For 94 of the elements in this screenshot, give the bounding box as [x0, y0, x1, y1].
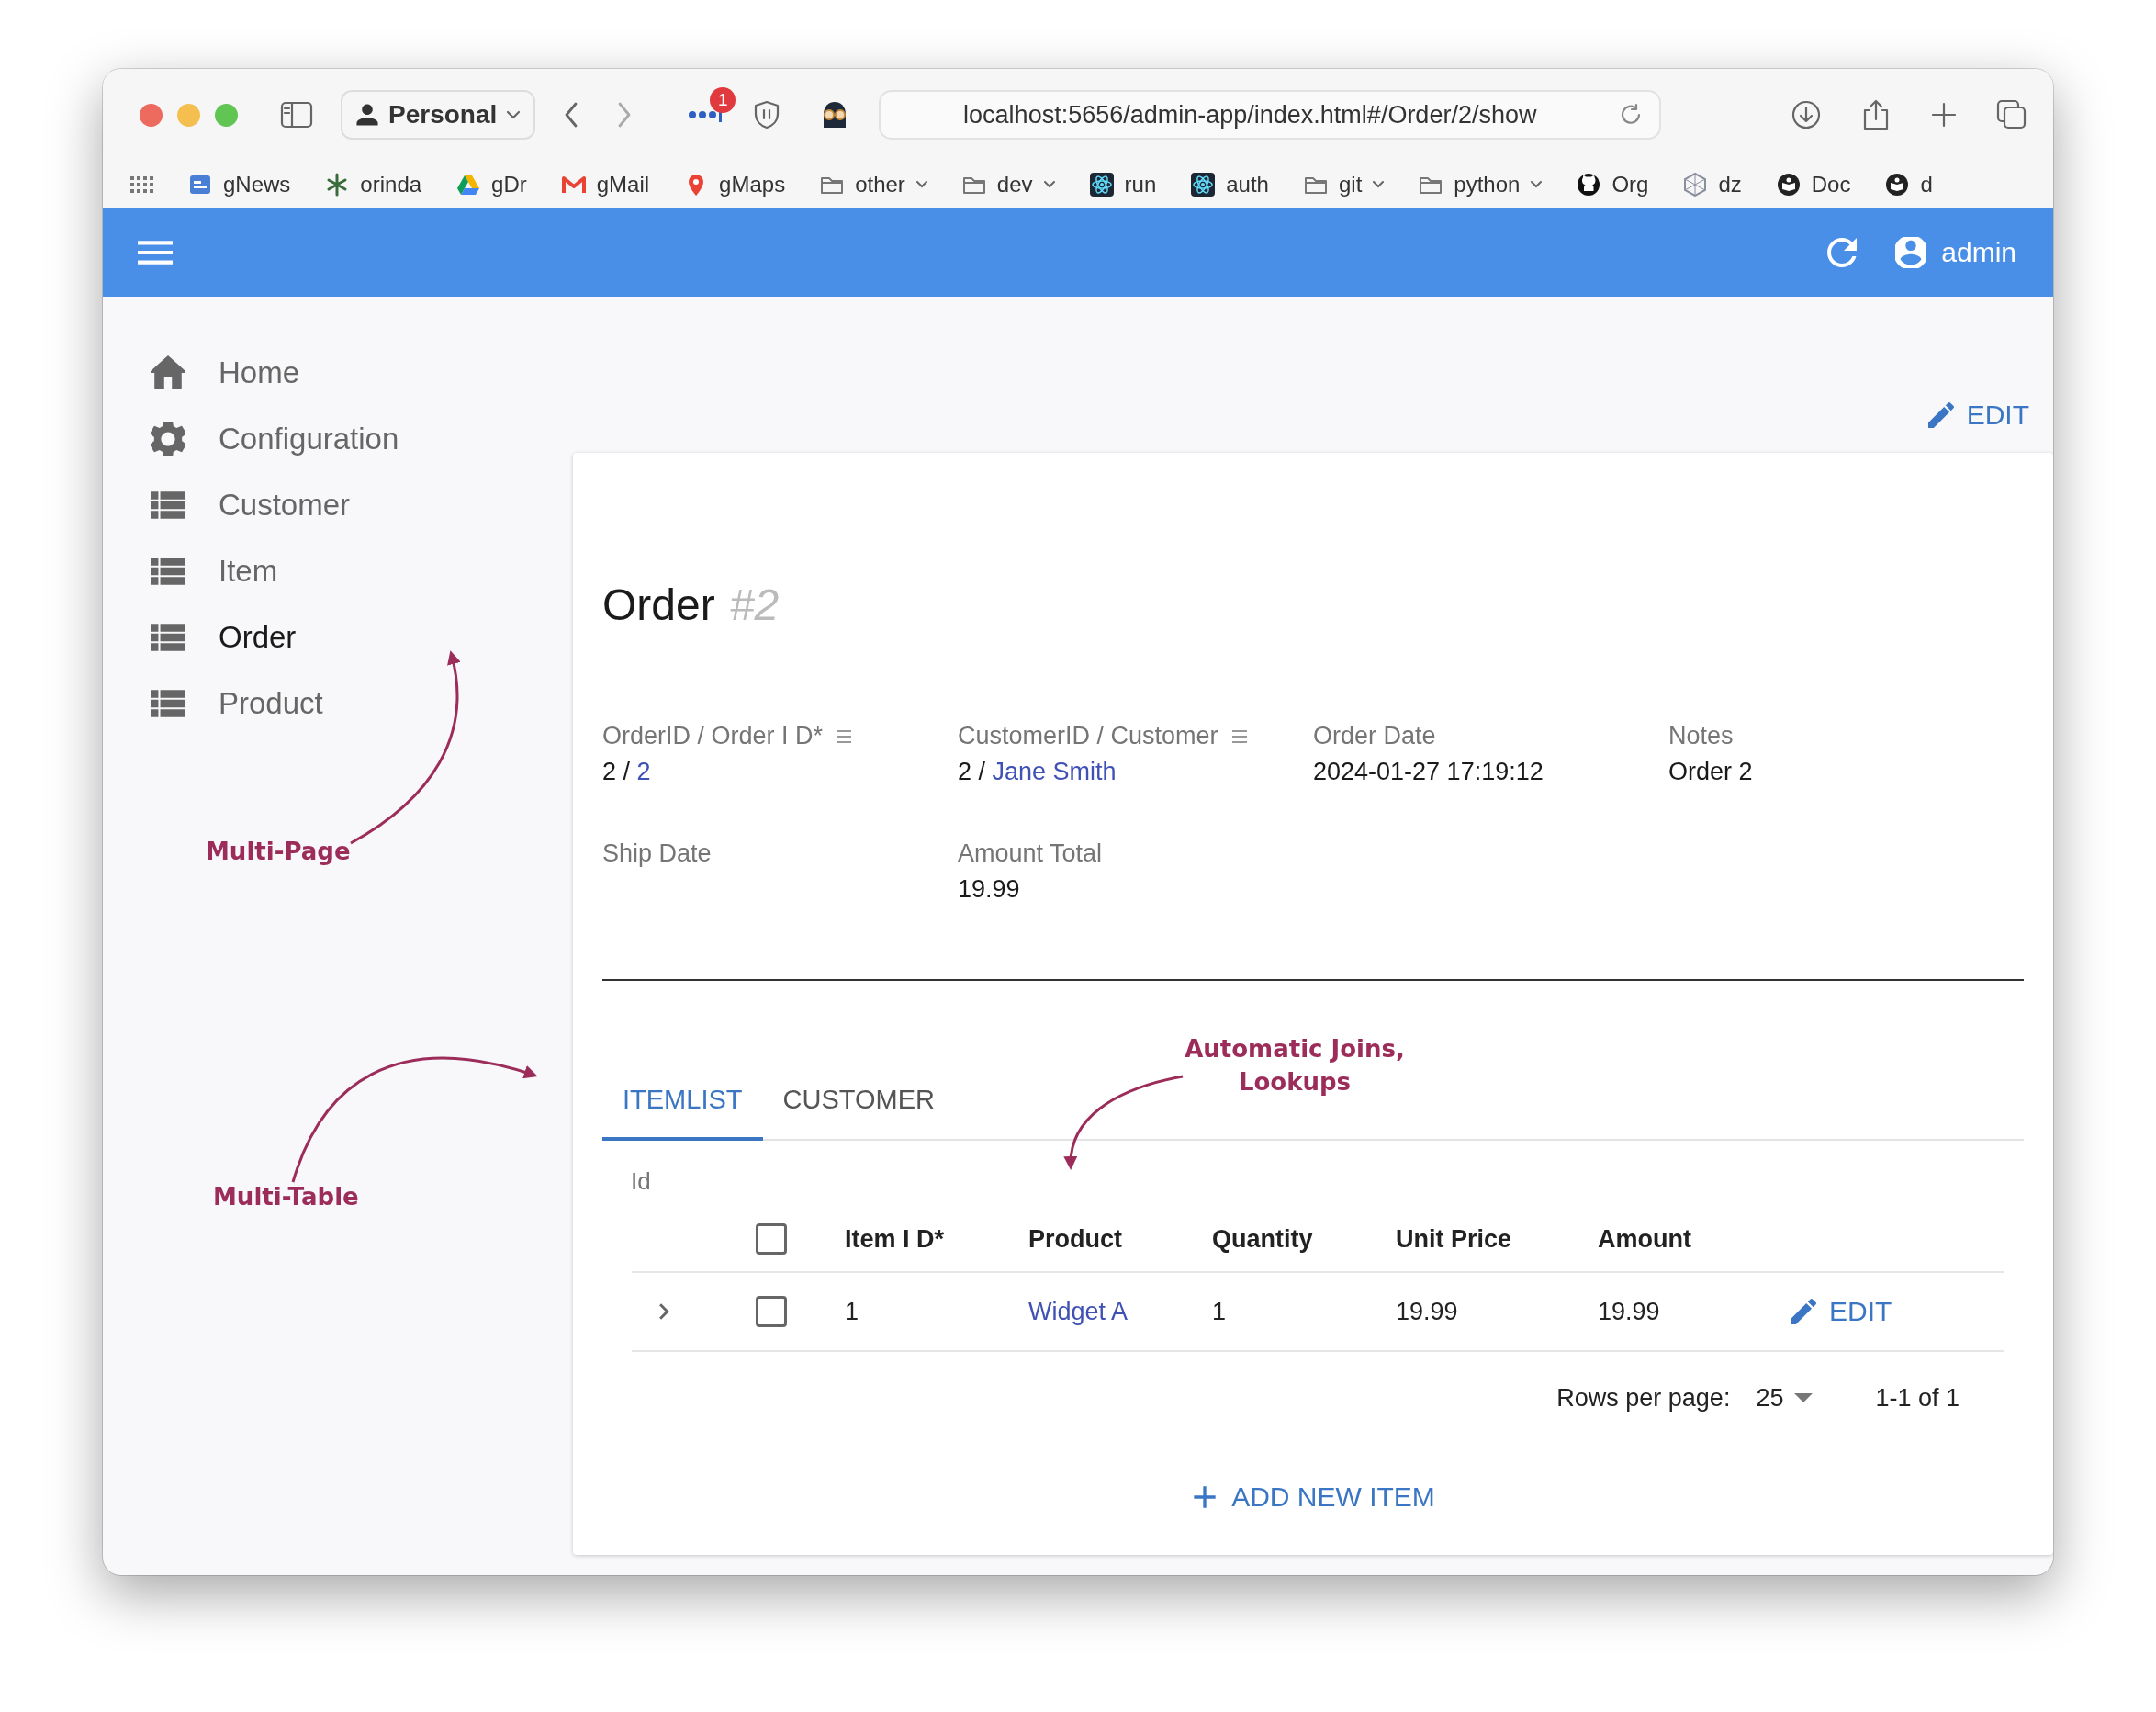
table-cell-text: 1 [845, 1297, 860, 1326]
sidebar-item[interactable]: Item [103, 538, 573, 604]
record-link[interactable]: 2 [636, 758, 651, 785]
row-checkbox[interactable] [756, 1296, 787, 1327]
rows-per-page-label: Rows per page: [1556, 1383, 1731, 1413]
chevron-down-icon [915, 181, 927, 188]
column-header: Product [1028, 1224, 1123, 1254]
address-bar[interactable]: localhost:5656/admin-app/index.html#/Order/2/show [879, 90, 1662, 140]
sidebar-toggle-icon[interactable] [280, 99, 313, 130]
bookmark-folder[interactable]: dev [961, 172, 1055, 197]
field-value: 2 / 2 [602, 758, 652, 786]
pencil-icon [1927, 402, 1954, 428]
notification-badge: 1 [710, 87, 736, 113]
field-label: CustomerID / Customer [958, 722, 1218, 750]
pencil-icon [1791, 1299, 1816, 1324]
bookmark-link[interactable]: Doc [1776, 172, 1851, 197]
field-label: Amount Total [958, 839, 1103, 868]
window-control-button[interactable] [140, 103, 163, 127]
field-label: OrderID / Order I D* [602, 722, 824, 750]
field-label: Ship Date [602, 839, 712, 868]
download-icon[interactable] [1791, 99, 1822, 130]
field-label: Order Date [1313, 722, 1436, 750]
bookmark-link[interactable]: d [1885, 172, 1933, 197]
book-icon [1776, 173, 1801, 197]
chevron-down-icon [1043, 181, 1055, 188]
bookmark-link[interactable]: gDr [456, 172, 527, 197]
bookmark-link[interactable]: Org [1577, 172, 1649, 197]
menu-icon[interactable] [836, 728, 853, 744]
url-text: localhost:5656/admin-app/index.html#/Order/2/show [962, 100, 1538, 130]
bookmark-link[interactable]: auth [1191, 172, 1269, 197]
cat-icon [1577, 173, 1601, 197]
edit-button[interactable]: EDIT [1918, 394, 2038, 436]
tab[interactable]: CUSTOMER [762, 1066, 955, 1141]
bookmark-link[interactable]: dz [1683, 172, 1742, 197]
annotation-label: Multi-Table [213, 1183, 359, 1211]
bookmark-folder[interactable]: git [1303, 172, 1385, 197]
profile-button[interactable]: Personal [341, 90, 536, 140]
bookmark-link[interactable]: gNews [188, 172, 291, 197]
table-caption: Id [631, 1167, 652, 1196]
sidebar-item[interactable]: Product [103, 670, 573, 737]
field-value: 2024-01-27 17:19:12 [1313, 758, 1544, 786]
book-icon [1885, 173, 1910, 197]
refresh-button[interactable] [1825, 236, 1859, 269]
page-range: 1-1 of 1 [1875, 1383, 1959, 1413]
refresh-icon [1825, 236, 1859, 269]
table-cell-text: 19.99 [1396, 1297, 1459, 1326]
settings-icon [151, 422, 185, 456]
record-id: #2 [729, 579, 780, 630]
atom-icon [1089, 173, 1114, 197]
bookmark-folder[interactable]: other [820, 172, 927, 197]
caret-down-icon [1794, 1393, 1814, 1402]
field-value: Order 2 [1668, 758, 1754, 786]
sidebar-item[interactable]: Configuration [103, 406, 573, 472]
annotation-label: Multi-Page [206, 838, 351, 865]
grid-icon[interactable] [130, 176, 153, 193]
triangle-icon [456, 173, 481, 197]
sidebar-item[interactable]: Home [103, 340, 573, 406]
chevron-down-icon [506, 110, 522, 119]
table-link[interactable]: Widget A [1028, 1297, 1129, 1325]
column-header: Unit Price [1396, 1224, 1513, 1254]
sidebar-item[interactable]: Order [103, 604, 573, 670]
tab[interactable]: ITEMLIST [602, 1066, 763, 1141]
column-header: Quantity [1212, 1224, 1314, 1254]
annotation-label: Automatic Joins, Lookups [1185, 1034, 1405, 1098]
sidebar-item[interactable]: Customer [103, 472, 573, 538]
edit-button[interactable]: EDIT [1781, 1290, 2004, 1333]
table-cell-text: 19.99 [1598, 1297, 1661, 1326]
add-new-item-button[interactable]: ADD NEW ITEM [1182, 1476, 1444, 1518]
field-value: 2 / Jane Smith [958, 758, 1117, 786]
field-label: Notes [1668, 722, 1734, 750]
bookmark-link[interactable]: orinda [325, 172, 422, 197]
home-icon [151, 355, 185, 390]
record-title: Order [602, 579, 715, 630]
menu-icon[interactable] [1230, 728, 1248, 744]
person-icon [355, 103, 379, 127]
new-tab-icon[interactable] [1930, 101, 1958, 129]
bookmark-link[interactable]: run [1089, 172, 1157, 197]
rows-per-page-select[interactable]: 25 [1756, 1383, 1814, 1413]
chevron-down-icon [1373, 181, 1385, 188]
record-link[interactable]: Jane Smith [992, 758, 1117, 785]
column-header: Amount [1598, 1224, 1692, 1254]
account-icon [1895, 237, 1927, 268]
atom-icon [1191, 173, 1216, 197]
table-cell-text: 1 [1212, 1297, 1228, 1326]
column-header: Item I D* [845, 1224, 946, 1254]
bookmark-link[interactable]: gMail [561, 172, 650, 197]
news-icon [188, 173, 212, 197]
tabs-overview-icon[interactable] [1996, 99, 2027, 130]
chevron-down-icon [1531, 181, 1543, 188]
select-all-checkbox[interactable] [756, 1223, 787, 1255]
bookmark-folder[interactable]: python [1419, 172, 1543, 197]
bookmark-link[interactable]: gMaps [684, 172, 786, 197]
field-value: 19.99 [958, 875, 1021, 904]
hexagon-icon [1683, 173, 1708, 197]
